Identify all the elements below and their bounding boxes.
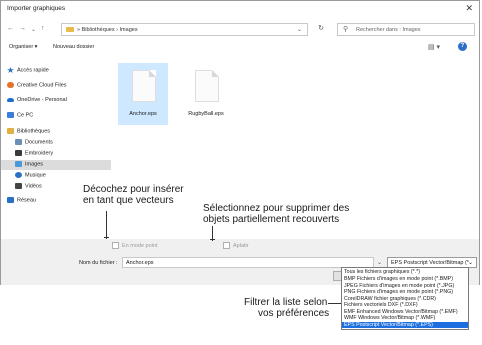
- sidebar-item-this-pc[interactable]: Ce PC: [7, 112, 33, 118]
- breadcrumb-root[interactable]: »: [77, 27, 80, 33]
- breadcrumb-bibliotheques[interactable]: Bibliothèques: [82, 27, 115, 33]
- title-bar: Importer graphiques ✕: [1, 1, 479, 19]
- creative-cloud-icon: [7, 82, 14, 88]
- in-hoop-checkbox[interactable]: En mode point: [112, 242, 157, 249]
- file-name: Anchor.eps: [129, 111, 157, 117]
- dialog-title: Importer graphiques: [7, 5, 66, 12]
- file-type-option[interactable]: CorelDRAW fichier graphiques (*.CDR): [344, 296, 436, 302]
- help-icon[interactable]: ?: [458, 42, 467, 51]
- document-icon: [132, 70, 156, 102]
- recent-locations-chevron-icon[interactable]: ⌄: [31, 26, 36, 33]
- filename-dropdown-icon[interactable]: ⌄: [377, 259, 382, 266]
- back-arrow-icon[interactable]: ←: [7, 25, 14, 32]
- checkbox-box: [112, 242, 119, 249]
- sidebar-item-onedrive[interactable]: OneDrive - Personal: [7, 97, 67, 103]
- close-icon[interactable]: ✕: [465, 3, 473, 14]
- callout-filter-line2: vos préférences: [258, 308, 330, 319]
- view-options-icon[interactable]: ▤ ▾: [428, 43, 440, 51]
- address-bar[interactable]: » Bibliothèques › Images ⌄: [61, 23, 308, 36]
- file-type-option-selected[interactable]: EPS Postscript Vector/Bitmap (*.EPS): [342, 322, 468, 328]
- address-dropdown-icon[interactable]: ⌄: [297, 24, 302, 36]
- file-type-option[interactable]: WMF Windows Vector/Bitmap (*.WMF): [344, 315, 435, 321]
- file-type-option[interactable]: Fichiers vectoriels DXF (*.DXF): [344, 302, 418, 308]
- file-type-option[interactable]: EMF Enhanced Windows Vector/Bitmap (*.EM…: [344, 309, 458, 315]
- sidebar-item-network[interactable]: Réseau: [7, 197, 36, 203]
- folder-icon: [15, 150, 22, 156]
- sidebar-item-quick-access[interactable]: Accès rapide: [7, 67, 49, 73]
- import-graphics-dialog: Importer graphiques ✕ ← → ⌄ ↑ » Biblioth…: [0, 0, 480, 285]
- computer-icon: [7, 112, 14, 118]
- command-bar: Organiser ▾ Nouveau dossier ▤ ▾ ?: [1, 41, 479, 55]
- checkbox-box: [223, 242, 230, 249]
- callout-leader-tick: [210, 239, 215, 240]
- callout-leader-line: [328, 303, 341, 304]
- sidebar-item-images[interactable]: Images: [15, 161, 43, 167]
- navigation-pane: Accès rapide Creative Cloud Files OneDri…: [1, 57, 111, 239]
- sidebar-item-creative-cloud[interactable]: Creative Cloud Files: [7, 82, 67, 88]
- filename-label: Nom du fichier :: [79, 260, 118, 266]
- callout-leader-line: [106, 211, 107, 239]
- sidebar-item-documents[interactable]: Documents: [15, 139, 53, 145]
- search-icon: ⚲: [343, 26, 349, 33]
- organize-button[interactable]: Organiser ▾: [9, 44, 37, 50]
- document-icon: [195, 70, 219, 102]
- forward-arrow-icon[interactable]: →: [19, 25, 26, 32]
- sidebar-item-videos[interactable]: Vidéos: [15, 183, 42, 189]
- callout-select-line1: Sélectionnez pour supprimer des: [203, 203, 350, 214]
- up-arrow-icon[interactable]: ↑: [41, 25, 45, 32]
- file-item-anchor[interactable]: Anchor.eps: [118, 63, 168, 125]
- file-type-option[interactable]: PNG Fichiers d'images en mode point (*.P…: [344, 289, 453, 295]
- callout-uncheck-line2: en tant que vecteurs: [83, 195, 174, 206]
- network-icon: [7, 197, 14, 203]
- documents-icon: [15, 139, 22, 145]
- sidebar-item-libraries[interactable]: Bibliothèques: [7, 128, 50, 134]
- sidebar-item-music[interactable]: Musique: [15, 172, 46, 178]
- search-box[interactable]: ⚲ Rechercher dans : Images: [337, 23, 475, 36]
- images-icon: [15, 161, 22, 167]
- file-type-option[interactable]: JPEG Fichiers d'images en mode point (*.…: [344, 283, 454, 289]
- file-type-dropdown-list: Tous les fichiers graphiques (*.*) BMP F…: [341, 267, 469, 330]
- file-name: RugbyBall.eps: [188, 111, 224, 117]
- file-item-rugbyball[interactable]: RugbyBall.eps: [181, 63, 231, 125]
- sidebar-item-embroidery[interactable]: Embroidery: [15, 150, 53, 156]
- search-placeholder: Rechercher dans : Images: [356, 27, 421, 33]
- file-type-option[interactable]: Tous les fichiers graphiques (*.*): [344, 269, 420, 275]
- flatten-checkbox[interactable]: Aplatir: [223, 242, 249, 249]
- folder-icon: [66, 27, 74, 33]
- callout-select-line2: objets partiellement recouverts: [203, 214, 340, 225]
- callout-uncheck-line1: Décochez pour insérer: [83, 184, 184, 195]
- refresh-icon[interactable]: ↻: [313, 24, 329, 35]
- callout-filter-line1: Filtrer la liste selon: [244, 297, 328, 308]
- cloud-icon: [7, 97, 14, 102]
- address-row: ← → ⌄ ↑ » Bibliothèques › Images ⌄ ↻ ⚲ R…: [1, 19, 479, 41]
- callout-leader-tick: [104, 237, 109, 238]
- new-folder-button[interactable]: Nouveau dossier: [53, 44, 94, 50]
- video-icon: [15, 183, 22, 189]
- filename-input[interactable]: Anchor.eps: [122, 257, 374, 268]
- file-type-option[interactable]: BMP Fichiers d'images en mode point (*.B…: [344, 276, 453, 282]
- breadcrumb-images[interactable]: Images: [120, 27, 138, 33]
- library-icon: [7, 128, 14, 134]
- music-icon: [15, 172, 22, 178]
- star-icon: [7, 67, 14, 73]
